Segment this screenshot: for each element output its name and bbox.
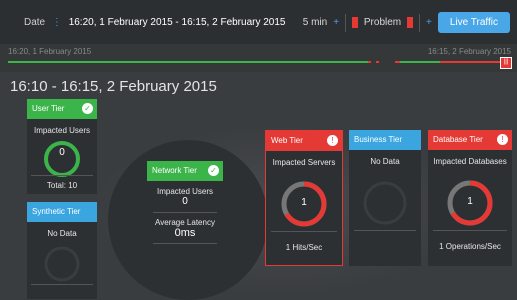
alert-icon: ! (327, 135, 338, 146)
tier-name: Database Tier (433, 135, 483, 144)
plus-icon: + (352, 17, 358, 28)
divider (31, 175, 93, 176)
network-stats: Impacted Users 0 Average Latency 0ms (147, 185, 223, 248)
network-tier-card[interactable]: Network Tier ✓ (147, 161, 223, 183)
top-bar: Date ⋮ 16:20, 1 February 2015 - 16:15, 2… (0, 0, 517, 45)
timeline-ok-segment (400, 61, 440, 63)
timeline-ok-segment (8, 61, 368, 63)
date-range-selector[interactable]: Date ⋮ 16:20, 1 February 2015 - 16:15, 2… (24, 17, 286, 28)
gauge-value: 1 (467, 196, 473, 207)
card-header: User Tier ✓ (27, 99, 97, 119)
no-data-label: No Data (370, 157, 400, 166)
impacted-users-value: 0 (182, 196, 188, 207)
date-menu-icon: ⋮ (51, 17, 62, 28)
date-range-text: 16:20, 1 February 2015 - 16:15, 2 Februa… (68, 17, 286, 28)
tier-label: Impacted Users (156, 187, 214, 196)
divider (433, 230, 507, 231)
divider (354, 230, 416, 231)
timeline-start: 16:20, 1 February 2015 (8, 47, 92, 56)
date-label: Date (24, 17, 46, 28)
card-header: Synthetic Tier (27, 202, 97, 222)
empty-gauge (44, 246, 80, 282)
latency-value: 0ms (174, 227, 196, 239)
plus-icon[interactable]: + (426, 17, 432, 28)
hits-per-sec: 1 Hits/Sec (285, 243, 323, 252)
timeline-end: 16:15, 2 February 2015 (427, 47, 511, 56)
tier-name: User Tier (32, 104, 65, 113)
database-tier-card[interactable]: Database Tier ! Impacted Databases 1 1 O… (428, 130, 512, 266)
card-header: Web Tier ! (266, 131, 342, 151)
window-title: 16:10 - 16:15, 2 February 2015 (10, 78, 217, 95)
interval-select[interactable]: 5 min (303, 17, 327, 28)
web-tier-card[interactable]: Web Tier ! Impacted Servers 1 1 Hits/Sec (265, 130, 343, 266)
timeline-problem-marker (368, 61, 371, 63)
timeline[interactable]: 16:20, 1 February 2015 16:15, 2 February… (0, 44, 517, 72)
total-users: Total: 10 (46, 181, 78, 190)
tier-name: Network Tier (152, 166, 197, 175)
user-tier-card[interactable]: User Tier ✓ Impacted Users 0 Total: 10 (27, 99, 97, 194)
business-tier-card[interactable]: Business Tier No Data (349, 130, 421, 266)
synthetic-tier-card[interactable]: Synthetic Tier No Data (27, 202, 97, 299)
check-icon: ✓ (208, 165, 219, 176)
divider (418, 13, 420, 32)
divider (271, 231, 337, 232)
operations-per-sec: 1 Operations/Sec (439, 242, 501, 251)
latency-label: Average Latency (155, 218, 215, 227)
divider (153, 212, 217, 213)
live-traffic-button[interactable]: Live Traffic (437, 12, 510, 33)
tier-label: Impacted Users (33, 126, 91, 135)
tier-label: Impacted Servers (272, 158, 336, 167)
alert-icon: ! (497, 134, 508, 145)
tier-name: Business Tier (354, 135, 403, 144)
timeline-problem-marker (376, 61, 379, 63)
timeline-problem-segment (440, 61, 505, 63)
card-header: Business Tier (349, 130, 421, 150)
tier-name: Synthetic Tier (32, 207, 81, 216)
tier-label: Impacted Databases (433, 157, 507, 166)
problem-filter[interactable]: Problem (364, 17, 401, 28)
divider (345, 13, 347, 32)
gauge-value: 1 (301, 197, 307, 208)
divider (153, 243, 217, 244)
plus-icon[interactable]: + (407, 17, 413, 28)
tier-name: Web Tier (271, 136, 303, 145)
divider (31, 284, 93, 285)
check-icon: ✓ (82, 103, 93, 114)
gauge-value: 0 (59, 147, 65, 158)
empty-gauge (363, 181, 407, 225)
timeline-marker-icon[interactable]: ||| (500, 57, 512, 69)
card-header: Network Tier ✓ (147, 161, 223, 181)
card-header: Database Tier ! (428, 130, 512, 150)
no-data-label: No Data (47, 229, 77, 238)
plus-icon[interactable]: + (333, 17, 339, 28)
